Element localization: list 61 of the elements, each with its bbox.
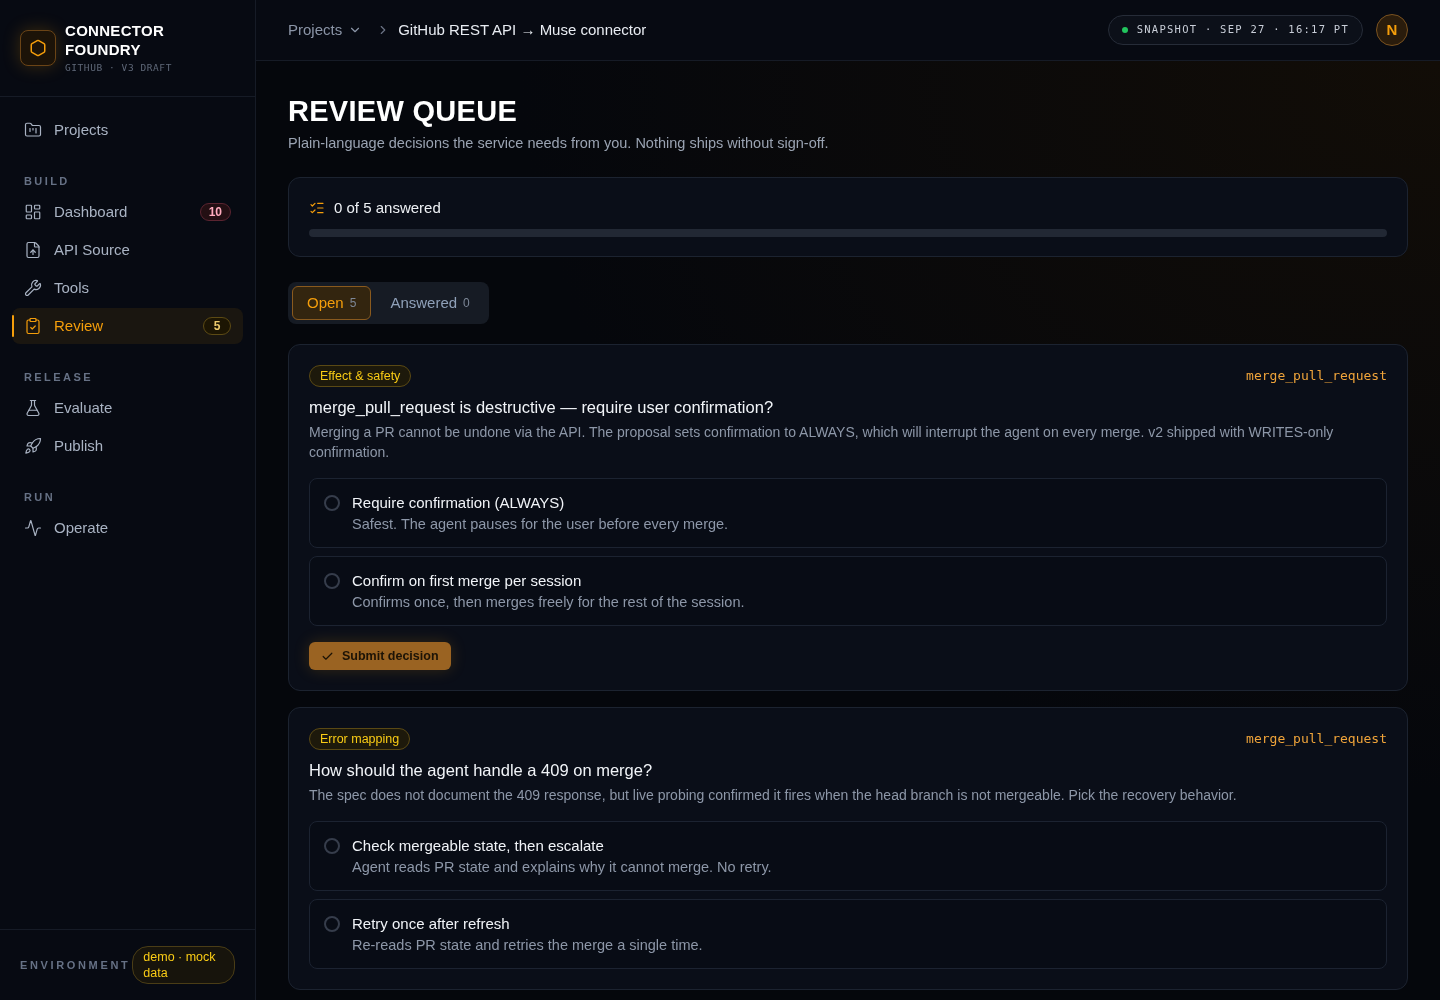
radio-button[interactable] [324, 916, 340, 932]
list-check-icon [309, 200, 325, 216]
environment-label: ENVIRONMENT [20, 957, 131, 973]
sidebar-item[interactable]: Dashboard 10 [12, 194, 243, 230]
page-title: REVIEW QUEUE [288, 94, 519, 129]
folder-icon [24, 121, 42, 139]
option-description: Safest. The agent pauses for the user before every merge. [352, 515, 729, 534]
sidebar-item[interactable]: Projects [12, 112, 243, 148]
brand-subtitle: GITHUB · V3 DRAFT [65, 60, 173, 75]
logo-icon [20, 30, 56, 66]
count-badge: 10 [199, 203, 231, 221]
question-description: Merging a PR cannot be undone via the API. The proposal sets confirmation to ALWAYS, which will interrupt the agent on every merge. v2 shipped with WRITES-only confirmation. [309, 423, 1335, 462]
option-card[interactable]: Retry once after refresh Re-reads PR state and retries the merge a single time. [309, 899, 1387, 969]
section-heading: RUN [24, 489, 56, 505]
option-description: Confirms once, then merges freely for the rest of the session. [352, 593, 745, 612]
question-title: merge_pull_request is destructive — require user confirmation? [309, 397, 775, 418]
clipboard-check-icon [24, 317, 42, 335]
option-card[interactable]: Confirm on first merge per session Confirms once, then merges freely for the rest of the session. [309, 556, 1387, 626]
count-badge: 5 [203, 317, 231, 335]
section-heading: BUILD [24, 173, 70, 189]
brand-name: CONNECTOR FOUNDRY [65, 20, 166, 59]
dashboard-icon [24, 203, 42, 221]
option-title: Require confirmation (ALWAYS) [352, 493, 566, 513]
environment-badge: demo · mock data [132, 946, 235, 984]
radio-button[interactable] [324, 495, 340, 511]
option-title: Confirm on first merge per session [352, 571, 583, 591]
option-description: Re-reads PR state and retries the merge a single time. [352, 936, 703, 955]
option-title: Retry once after refresh [352, 914, 511, 934]
submit-button[interactable]: Submit decision [309, 642, 451, 670]
option-card[interactable]: Require confirmation (ALWAYS) Safest. The agent pauses for the user before every merge. [309, 478, 1387, 548]
sidebar-item[interactable]: Tools [12, 270, 243, 306]
question-title: How should the agent handle a 409 on merge? [309, 760, 654, 781]
option-title: Check mergeable state, then escalate [352, 836, 605, 856]
category-tag: Effect & safety [309, 365, 412, 387]
option-card[interactable]: Check mergeable state, then escalate Agent reads PR state and explains why it cannot merge. No retry. [309, 821, 1387, 891]
sidebar-item[interactable]: API Source [12, 232, 243, 268]
question-description: The spec does not document the 409 response, but live probing confirmed it fires when the head branch is not mergeable. Pick the recovery behavior. [309, 786, 1238, 805]
sidebar-item[interactable]: Evaluate [12, 390, 243, 426]
section-heading: RELEASE [24, 369, 93, 385]
breadcrumb-link[interactable]: Projects [288, 18, 363, 42]
rocket-icon [24, 437, 42, 455]
progress-label: 0 of 5 answered [334, 199, 441, 217]
user-avatar[interactable]: N [1376, 14, 1408, 46]
pulse-icon [24, 519, 42, 537]
wrench-icon [24, 279, 42, 297]
radio-button[interactable] [324, 838, 340, 854]
option-description: Agent reads PR state and explains why it cannot merge. No retry. [352, 858, 772, 877]
sidebar-item[interactable]: Operate [12, 510, 243, 546]
page-subtitle: Plain-language decisions the service needs from you. Nothing ships without sign-off. [288, 134, 830, 153]
flask-icon [24, 399, 42, 417]
sidebar-item[interactable]: Publish [12, 428, 243, 464]
tab[interactable]: Open 5 [292, 286, 372, 320]
breadcrumb-current: GitHub REST API → Muse connector [398, 19, 647, 40]
radio-button[interactable] [324, 573, 340, 589]
tool-name: merge_pull_request [1246, 730, 1387, 748]
category-tag: Error mapping [309, 728, 411, 750]
sidebar-item[interactable]: Review 5 [12, 308, 243, 344]
snapshot-text: SNAPSHOT · SEP 27 · 16:17 PT [1136, 22, 1349, 38]
tool-name: merge_pull_request [1246, 367, 1387, 385]
tab[interactable]: Answered 0 [375, 286, 485, 320]
file-upload-icon [24, 241, 42, 259]
